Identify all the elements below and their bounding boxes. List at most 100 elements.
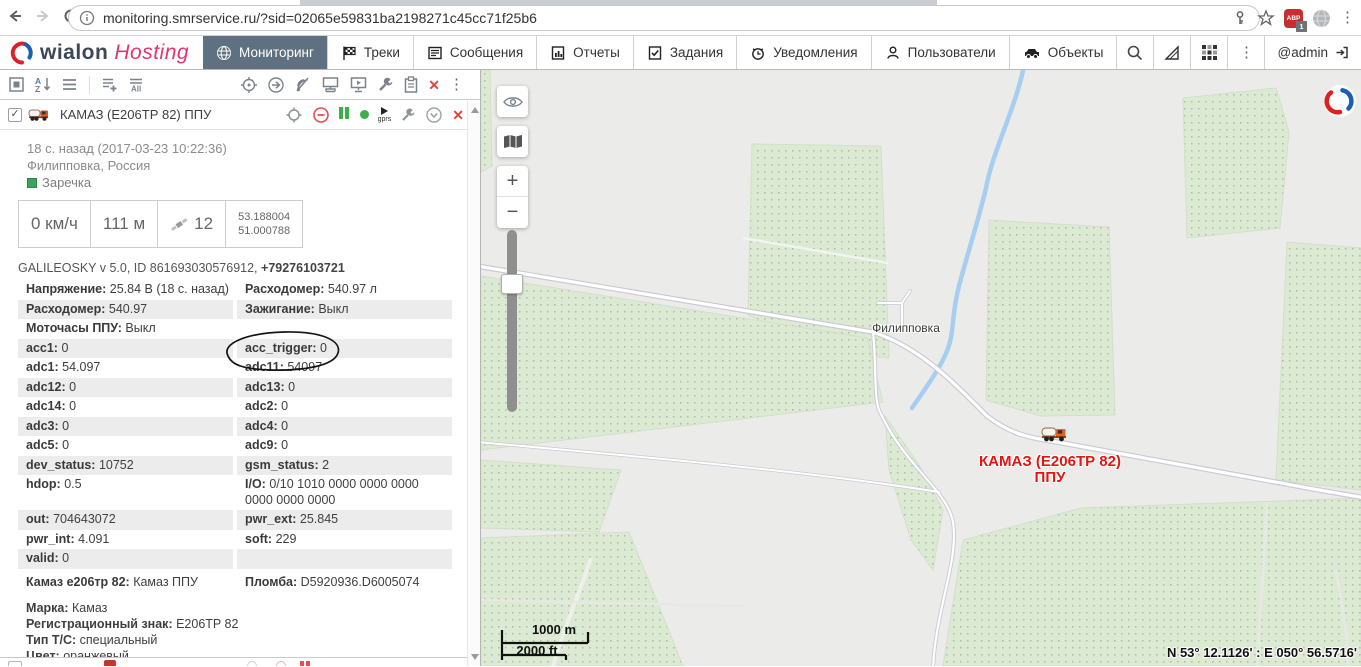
tab-jobs[interactable]: Задания xyxy=(633,36,736,69)
sidebar-toolbar: AZ All ✕ ⋮ xyxy=(0,70,480,100)
browser-bar: monitoring.smrservice.ru/?sid=02065e5983… xyxy=(0,0,1361,36)
map[interactable]: + − Филипповка КАМАЗ (Е206ТР 82) ППУ 100… xyxy=(480,70,1361,666)
param-cell: acc_trigger: 0 xyxy=(237,339,452,359)
coordinates-cell: 53.18800451.000788 xyxy=(226,201,302,247)
param-row: pwr_int: 4.091soft: 229 xyxy=(18,530,452,550)
zoom-out-button[interactable]: − xyxy=(497,197,528,228)
vehicle-info-line: Регистрационный знак: E206TP 82 xyxy=(26,616,480,632)
param-cell: adc12: 0 xyxy=(18,378,233,398)
zoom-slider-track[interactable] xyxy=(507,230,517,412)
vehicle-info-line: Марка: Камаз xyxy=(26,600,480,616)
tab-units[interactable]: Объекты xyxy=(1009,36,1117,69)
search-button[interactable] xyxy=(1116,36,1153,69)
unit-map-marker[interactable] xyxy=(1041,424,1069,444)
apps-button[interactable] xyxy=(1190,36,1227,69)
param-cell: I/O: 0/10 1010 0000 0000 0000 0000 0000 … xyxy=(237,475,452,510)
car-icon xyxy=(1023,45,1041,61)
param-row: out: 704643072pwr_ext: 25.845 xyxy=(18,510,452,530)
altitude-cell: 111 м xyxy=(91,201,158,247)
param-row: adc5: 0adc9: 0 xyxy=(18,436,452,456)
show-all-icon[interactable]: All xyxy=(128,76,148,93)
param-table: Напряжение: 25.84 В (18 с. назад)Расходо… xyxy=(18,280,452,592)
logout-icon xyxy=(1334,45,1349,60)
zoom-control: + − xyxy=(497,166,528,228)
param-cell: adc3: 0 xyxy=(18,417,233,437)
param-cell: soft: 229 xyxy=(237,530,452,550)
geofence-name[interactable]: Заречка xyxy=(42,174,91,191)
wialon-logo-icon xyxy=(10,41,34,65)
monitor-media-icon[interactable] xyxy=(349,76,368,94)
select-all-icon[interactable] xyxy=(8,76,25,93)
user-menu[interactable]: @admin xyxy=(1264,36,1360,69)
follow-units-icon[interactable] xyxy=(267,76,285,94)
unit-locate-icon[interactable] xyxy=(285,106,303,124)
param-row: valid: 0 xyxy=(18,549,452,569)
settings-wrench-icon[interactable] xyxy=(377,76,394,93)
scroll-down-icon[interactable] xyxy=(471,654,479,660)
tab-messages[interactable]: Сообщения xyxy=(413,36,536,69)
info-icon[interactable] xyxy=(79,10,95,26)
unit-settings-icon[interactable] xyxy=(400,107,416,123)
param-row: hdop: 0.5I/O: 0/10 1010 0000 0000 0000 0… xyxy=(18,475,452,510)
unit-actions-icon[interactable] xyxy=(425,106,443,124)
forward-icon[interactable] xyxy=(34,7,52,25)
no-connection-icon[interactable] xyxy=(294,76,312,94)
latitude: 53.188004 xyxy=(238,210,290,224)
toolbar-more-icon[interactable]: ⋮ xyxy=(449,81,464,89)
param-row: acc1: 0acc_trigger: 0 xyxy=(18,339,452,359)
param-cell: acc1: 0 xyxy=(18,339,233,359)
zoom-slider-handle[interactable] xyxy=(501,274,523,294)
param-cell: adc14: 0 xyxy=(18,397,233,417)
back-icon[interactable] xyxy=(6,7,24,25)
adblock-icon[interactable]: ABP 1 xyxy=(1284,9,1303,28)
unit-name[interactable]: КАМАЗ (Е206ТР 82) ППУ xyxy=(60,107,211,122)
sidebar-scrollbar[interactable] xyxy=(467,101,480,666)
url-text[interactable]: monitoring.smrservice.ru/?sid=02065e5983… xyxy=(103,10,537,26)
visibility-button[interactable] xyxy=(497,86,528,117)
url-bar[interactable]: monitoring.smrservice.ru/?sid=02065e5983… xyxy=(68,5,1260,31)
device-line: GALILEOSKY v 5.0, ID 861693030576912, +7… xyxy=(18,261,480,275)
unit-checkbox[interactable]: ✓ xyxy=(8,108,22,122)
tools-button[interactable] xyxy=(1153,36,1190,69)
gprs-icon: gprs xyxy=(378,107,392,123)
sort-az-icon[interactable]: AZ xyxy=(34,76,52,93)
browser-menu-icon[interactable]: ⋮ xyxy=(1340,14,1355,22)
clipboard-icon[interactable] xyxy=(403,76,419,94)
tab-notifications[interactable]: Уведомления xyxy=(736,36,870,69)
unit-remove-icon[interactable]: ✕ xyxy=(452,108,464,122)
remove-all-icon[interactable]: ✕ xyxy=(428,78,440,92)
next-unit-row-partial[interactable] xyxy=(0,657,467,666)
tab-monitoring[interactable]: Мониторинг xyxy=(203,36,327,69)
bookmark-star-icon[interactable] xyxy=(1257,9,1275,27)
header-menu-button[interactable]: ⋮ xyxy=(1227,36,1264,69)
param-cell: Камаз е206тр 82: Камаз ППУ xyxy=(18,573,233,593)
key-icon[interactable] xyxy=(1232,10,1248,26)
monitor-network-icon[interactable] xyxy=(321,76,340,94)
param-cell: gsm_status: 2 xyxy=(237,456,452,476)
unit-row[interactable]: ✓ КАМАЗ (Е206ТР 82) ППУ gprs ✕ xyxy=(0,100,480,130)
tab-users[interactable]: Пользователи xyxy=(871,36,1009,69)
vehicle-info-line: Тип Т/С: специальный xyxy=(26,632,480,648)
scroll-up-icon[interactable] xyxy=(471,107,479,113)
zoom-in-button[interactable]: + xyxy=(497,166,528,197)
list-view-icon[interactable] xyxy=(61,76,78,93)
satellites-cell: 12 xyxy=(158,201,226,247)
tab-reports[interactable]: Отчеты xyxy=(536,36,633,69)
wialon-monitoring-app: monitoring.smrservice.ru/?sid=02065e5983… xyxy=(0,0,1361,667)
param-row: Камаз е206тр 82: Камаз ППУПломба: D59209… xyxy=(18,573,452,593)
map-source-button[interactable] xyxy=(497,126,528,157)
profile-globe-icon[interactable] xyxy=(1312,9,1331,28)
map-scale: 1000 m 2000 ft xyxy=(499,622,599,662)
param-cell: pwr_int: 4.091 xyxy=(18,530,233,550)
connection-state-icon xyxy=(360,110,369,119)
longitude: 51.000788 xyxy=(238,224,290,238)
add-to-list-icon[interactable] xyxy=(101,76,119,93)
unit-stats-table: 0 км/ч 111 м 12 53.18800451.000788 xyxy=(18,200,303,248)
param-cell: adc13: 0 xyxy=(237,378,452,398)
data-state-icon xyxy=(339,106,351,124)
eye-icon xyxy=(503,95,523,109)
apps-grid-icon xyxy=(1201,44,1218,61)
tab-tracks[interactable]: Треки xyxy=(327,36,413,69)
param-cell: adc2: 0 xyxy=(237,397,452,417)
locate-all-icon[interactable] xyxy=(240,76,258,94)
